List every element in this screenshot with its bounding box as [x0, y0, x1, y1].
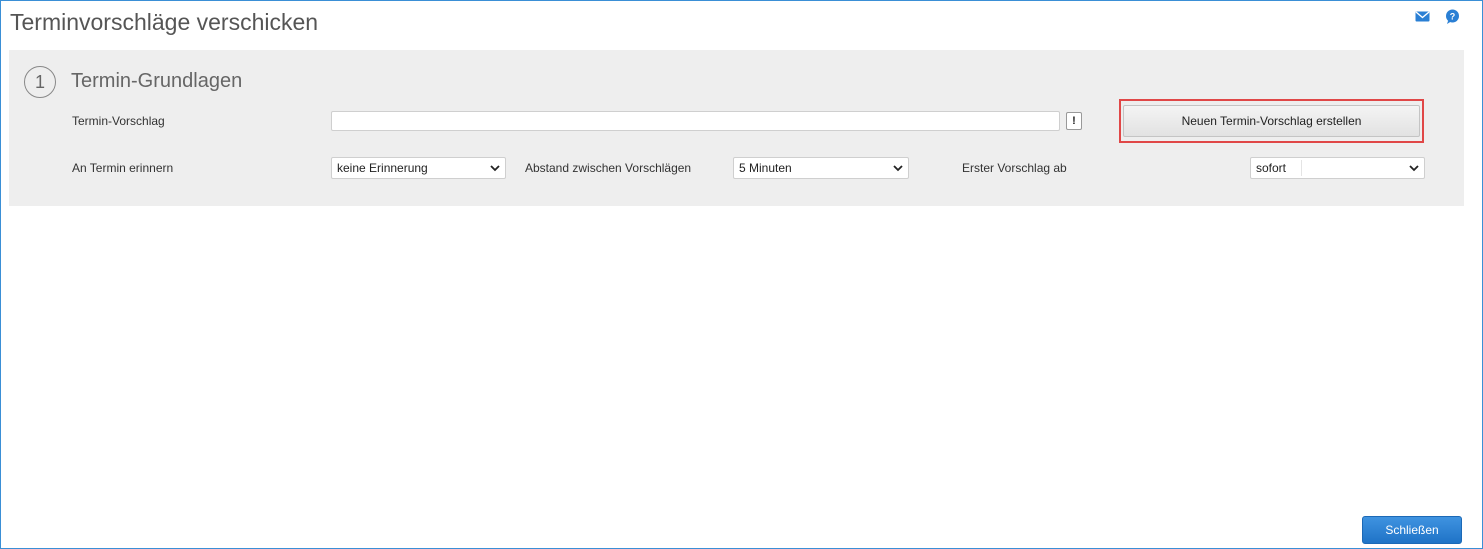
section-title: Termin-Grundlagen: [71, 70, 243, 92]
top-icons: ?: [1414, 9, 1460, 24]
hint-button[interactable]: !: [1066, 112, 1082, 130]
first-select[interactable]: sofort: [1250, 157, 1425, 179]
first-label: Erster Vorschlag ab: [962, 161, 1067, 175]
select-divider: [1301, 160, 1302, 176]
help-icon[interactable]: ?: [1444, 9, 1460, 24]
termin-vorschlag-input[interactable]: [331, 111, 1060, 131]
termin-grundlagen-section: 1 Termin-Grundlagen Termin-Vorschlag ! N…: [9, 50, 1464, 206]
step-number: 1: [24, 66, 56, 98]
interval-label: Abstand zwischen Vorschlägen: [525, 161, 692, 175]
reminder-select-value: keine Erinnerung: [337, 161, 428, 175]
termin-vorschlag-label: Termin-Vorschlag: [72, 114, 165, 128]
chevron-down-icon: [490, 165, 500, 172]
interval-select-value: 5 Minuten: [739, 161, 792, 175]
first-select-value: sofort: [1256, 161, 1287, 175]
svg-text:?: ?: [1449, 11, 1455, 21]
reminder-select[interactable]: keine Erinnerung: [331, 157, 506, 179]
page-title: Terminvorschläge verschicken: [10, 9, 319, 35]
interval-select[interactable]: 5 Minuten: [733, 157, 909, 179]
dialog-window: Terminvorschläge verschicken ? 1 Termin-…: [0, 0, 1483, 549]
mail-icon[interactable]: [1414, 9, 1430, 23]
close-button[interactable]: Schließen: [1362, 516, 1462, 544]
reminder-label: An Termin erinnern: [72, 161, 174, 175]
create-termin-vorschlag-button[interactable]: Neuen Termin-Vorschlag erstellen: [1123, 105, 1420, 137]
chevron-down-icon: [1409, 165, 1419, 172]
chevron-down-icon: [893, 165, 903, 172]
